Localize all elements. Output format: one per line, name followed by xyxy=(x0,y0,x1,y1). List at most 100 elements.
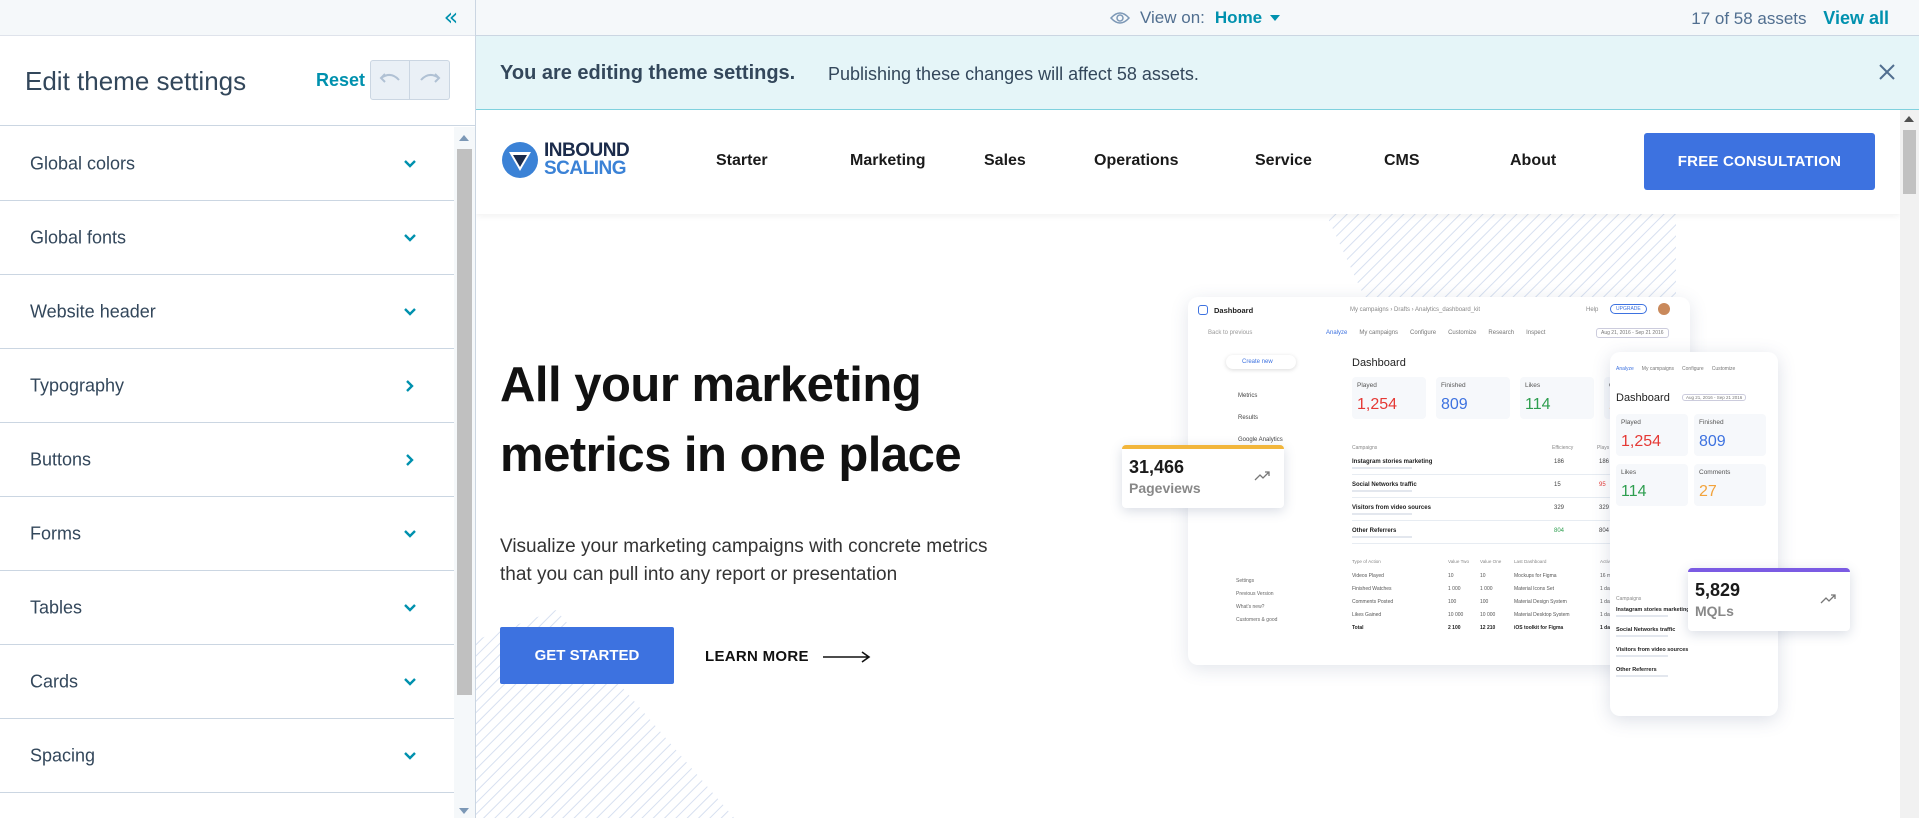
settings-section-global-fonts[interactable]: Global fonts xyxy=(0,201,454,275)
settings-section-global-colors[interactable]: Global colors xyxy=(0,127,454,201)
site-logo[interactable]: INBOUND SCALING xyxy=(500,140,630,180)
mockup-side-item: Metrics xyxy=(1238,393,1258,399)
mockup-side-campaign-sub xyxy=(1616,675,1668,677)
mockup-side-metric-value: 114 xyxy=(1621,483,1647,500)
mockup-metric-label: Likes xyxy=(1525,382,1541,389)
nav-item-marketing[interactable]: Marketing xyxy=(850,152,926,170)
collapse-panel-icon[interactable]: « xyxy=(439,5,463,30)
mockup-side-date: Aug 21, 2016 - Sep 21 2016 xyxy=(1682,394,1747,401)
panel-scrollbar[interactable] xyxy=(454,127,475,818)
scroll-up-icon[interactable] xyxy=(459,135,469,141)
view-all-link[interactable]: View all xyxy=(1823,8,1889,28)
mockup-metric-label: Finished xyxy=(1441,382,1466,389)
close-icon[interactable] xyxy=(1875,60,1899,84)
chevron-right-icon xyxy=(406,453,414,466)
scrollbar-thumb[interactable] xyxy=(457,149,472,695)
mockup-actions-col: Last Dashboard xyxy=(1514,559,1547,564)
nav-item-sales[interactable]: Sales xyxy=(984,152,1026,170)
mockup-campaign-a: 186 xyxy=(1554,459,1565,465)
chevron-down-icon xyxy=(404,751,416,760)
assets-count-text: 17 of 58 assets xyxy=(1691,9,1807,28)
mockup-action-type: Likes Gained xyxy=(1352,612,1382,618)
nav-item-cms[interactable]: CMS xyxy=(1384,152,1420,170)
chevron-down-icon xyxy=(404,529,416,538)
settings-section-cards[interactable]: Cards xyxy=(0,645,454,719)
theme-editor: « Edit theme settings Reset Global color… xyxy=(0,0,1919,818)
mockup-action-v2: 2 100 xyxy=(1448,625,1461,631)
mockup-action-v2: 100 xyxy=(1448,599,1457,605)
mockup-action-v1: 10 xyxy=(1480,573,1486,579)
section-label: Global fonts xyxy=(30,227,127,247)
settings-section-tables[interactable]: Tables xyxy=(0,571,454,645)
mockup-side-campaign-sub xyxy=(1616,615,1668,617)
panel-topbar: « xyxy=(0,0,475,36)
mockup-tab: My campaigns xyxy=(1359,330,1399,336)
mockup-metric-value: 114 xyxy=(1525,396,1551,413)
mockup-side-metric: Comments 27 xyxy=(1694,464,1766,506)
mockup-side-metric: Played 1,254 xyxy=(1616,414,1688,456)
settings-section-typography[interactable]: Typography xyxy=(0,349,454,423)
view-on-label: View on: xyxy=(1140,8,1205,27)
mockup-side-campaign: Visitors from video sources xyxy=(1616,647,1689,653)
scroll-up-icon[interactable] xyxy=(1904,116,1914,122)
eye-icon xyxy=(1110,12,1130,24)
mockup-back: Back to previous xyxy=(1208,330,1253,336)
mockup-side-metric-label: Finished xyxy=(1699,419,1724,426)
nav-item-service[interactable]: Service xyxy=(1255,152,1312,170)
section-label: Tables xyxy=(30,597,83,617)
nav-item-about[interactable]: About xyxy=(1510,152,1556,170)
mockup-campaign-sub xyxy=(1352,490,1412,492)
get-started-button[interactable]: GET STARTED xyxy=(500,627,674,684)
panel-header: Edit theme settings Reset xyxy=(0,36,475,126)
view-on-value[interactable]: Home xyxy=(1215,8,1262,28)
hero-title-line2: metrics in one place xyxy=(500,428,962,482)
settings-sections: Global colors Global fonts Website header T… xyxy=(0,127,454,818)
mockup-action-v1: 12 210 xyxy=(1480,625,1496,631)
hero-subtitle: Visualize your marketing campaigns with … xyxy=(500,533,1080,589)
settings-section-buttons[interactable]: Buttons xyxy=(0,423,454,497)
mockup-metric-label: Played xyxy=(1357,382,1377,389)
mockup-action-v1: 10 000 xyxy=(1480,612,1496,618)
trend-up-icon xyxy=(1820,594,1836,604)
trend-up-icon xyxy=(1254,471,1270,481)
redo-icon xyxy=(419,73,440,83)
learn-more-link[interactable]: LEARN MORE xyxy=(705,648,871,665)
view-on-selector[interactable]: View on: Home xyxy=(1110,8,1281,28)
mqls-card: 5,829 MQLs xyxy=(1688,568,1850,631)
settings-section-spacing[interactable]: Spacing xyxy=(0,719,454,793)
section-label: Spacing xyxy=(30,745,96,765)
scroll-down-icon[interactable] xyxy=(459,808,469,814)
mockup-header: Dashboard xyxy=(1214,306,1254,315)
mockup-side-metric-label: Likes xyxy=(1621,469,1637,476)
free-consultation-button[interactable]: FREE CONSULTATION xyxy=(1644,133,1875,190)
editing-notice: You are editing theme settings. Publishi… xyxy=(476,36,1919,110)
redo-button[interactable] xyxy=(410,60,450,100)
view-bar: View on: Home 17 of 58 assets View all xyxy=(476,0,1919,36)
scrollbar-thumb[interactable] xyxy=(1903,130,1916,194)
mockup-metric-value: 809 xyxy=(1441,396,1468,413)
hero-subtitle-line1: Visualize your marketing campaigns with … xyxy=(500,536,988,557)
mqls-value: 5,829 xyxy=(1695,580,1741,600)
mockup-campaign-name: Social Networks traffic xyxy=(1352,482,1417,488)
theme-settings-panel: « Edit theme settings Reset Global color… xyxy=(0,0,476,818)
mockup-action-last: Material Desktop System xyxy=(1514,612,1570,618)
mockup-campaign-sub xyxy=(1352,513,1412,515)
mockup-tab: Configure xyxy=(1410,330,1437,336)
mockup-side-metric-value: 27 xyxy=(1699,483,1717,500)
panel-title: Edit theme settings xyxy=(25,66,247,96)
avatar xyxy=(1658,303,1670,315)
mockup-side-bottom: Settings Previous Version What's new? Custo… xyxy=(1226,575,1277,627)
settings-section-website-header[interactable]: Website header xyxy=(0,275,454,349)
logo-icon xyxy=(502,142,538,178)
nav-item-starter[interactable]: Starter xyxy=(716,152,768,170)
reset-button[interactable]: Reset xyxy=(316,70,365,91)
mockup-side-campaign-sub xyxy=(1616,655,1668,657)
nav-item-operations[interactable]: Operations xyxy=(1094,152,1178,170)
settings-section-forms[interactable]: Forms xyxy=(0,497,454,571)
chevron-down-icon xyxy=(404,233,416,242)
history-controls xyxy=(370,60,450,100)
undo-button[interactable] xyxy=(370,60,410,100)
mockup-upgrade: UPGRADE xyxy=(1610,304,1647,314)
preview-scrollbar[interactable] xyxy=(1900,110,1919,818)
chevron-right-icon xyxy=(406,379,414,392)
